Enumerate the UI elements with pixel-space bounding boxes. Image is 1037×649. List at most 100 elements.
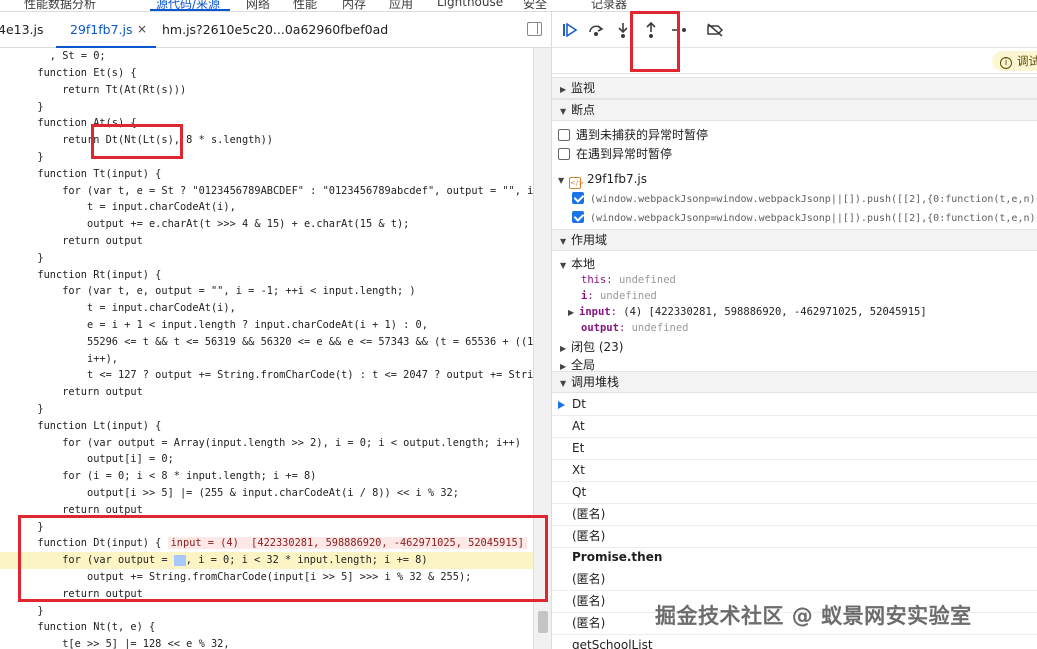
section-scope[interactable]: ▼ 作用域 [552,229,1037,251]
scope-var-this: this: undefined [581,274,676,286]
section-breakpoints[interactable]: ▼ 断点 [552,99,1037,121]
code-line: function Lt(input) { [25,420,162,432]
code-line: function Tt(input) { [25,168,162,180]
code-line: function Dt(input) { input = (4) [422330… [0,535,533,552]
collapse-icon: ▼ [560,107,567,116]
checkbox[interactable] [558,148,570,160]
scope-local[interactable]: ▼ 本地 [560,255,1037,272]
tab-security[interactable]: 安全 [523,0,547,11]
inline-value-input: input = (4) [422330281, 598886920, -4629… [167,537,527,549]
expand-icon: ▶ [560,344,567,353]
section-call-stack[interactable]: ▼ 调用堆栈 [552,371,1037,393]
resume-icon[interactable] [560,20,580,40]
pause-uncaught-option[interactable]: 遇到未捕获的异常时暂停 [558,126,1037,143]
async-boundary-label: Promise.then [572,550,663,564]
code-editor[interactable]: , St = 0; function Et(s) { return Tt(At(… [0,48,533,649]
code-line: output += String.fromCharCode(input[i >>… [25,571,472,583]
expand-icon: ▶ [560,362,567,371]
scrollbar-thumb[interactable] [538,611,548,633]
deactivate-breakpoints-icon[interactable] [705,20,725,40]
debugger-toolbar [552,12,1037,48]
scope-var-output: output: undefined [581,322,689,334]
file-tab-bar: 4e13.js 29f1fb7.js × hm.js?2610e5c20...0… [0,13,551,48]
checkbox[interactable] [558,129,570,141]
code-line: for (var t, e, output = "", i = -1; ++i … [25,285,416,297]
info-icon: i [1000,57,1012,69]
code-line-paused: for (var output = , i = 0; i < 32 * inpu… [0,552,533,569]
breakpoint-entry[interactable]: (window.webpackJsonp=window.webpackJsonp… [572,191,1037,205]
code-line: i++), [25,353,118,365]
step-icon[interactable] [669,20,689,40]
call-frame[interactable]: (匿名) [552,526,1037,548]
step-out-icon[interactable] [641,20,661,40]
tab-memory[interactable]: 内存 [342,0,366,11]
checkbox-checked[interactable] [572,211,584,223]
call-frame[interactable]: Qt [552,482,1037,504]
call-frame[interactable]: At [552,416,1037,438]
code-line: return Dt(Nt(Lt(s), 8 * s.length)) [25,134,273,146]
code-line: e = i + 1 < input.length ? input.charCod… [25,319,428,331]
breakpoint-file[interactable]: ▼ </> 29f1fb7.js [558,172,1037,189]
active-tab-indicator [150,9,230,11]
code-line: 55296 <= t && t <= 56319 && 56320 <= e &… [25,336,533,348]
section-watch[interactable]: ▶ 监视 [552,77,1037,99]
scope-var-i: i: undefined [581,290,657,302]
call-frame[interactable]: Et [552,438,1037,460]
file-tab-4e13[interactable]: 4e13.js [0,22,44,37]
scope-var-input[interactable]: ▶ input: (4) [422330281, 598886920, -4629… [568,304,1037,318]
close-icon[interactable]: × [137,22,147,36]
code-line: } [25,605,44,617]
code-line: , St = 0; [25,50,106,62]
code-line: return Tt(At(Rt(s))) [25,84,187,96]
collapse-icon: ▼ [560,237,567,246]
code-line: return output [25,504,143,516]
code-line: } [25,151,44,163]
file-tab-29f1fb7[interactable]: 29f1fb7.js [70,22,133,37]
code-line: return output [25,588,143,600]
code-line: function Rt(input) { [25,269,162,281]
code-line: output[i] = 0; [25,453,174,465]
code-line: for (var t, e = St ? "0123456789ABCDEF" … [25,185,533,197]
paused-notice-bar: i 调试 [552,48,1037,74]
editor-scrollbar[interactable] [533,48,551,649]
code-line: t <= 127 ? output += String.fromCharCode… [25,369,533,381]
tab-performance-insights[interactable]: 性能数据分析 [24,0,96,11]
scope-closure[interactable]: ▶ 闭包 (23) [560,338,1037,355]
tab-recorder[interactable]: 记录器 [591,0,627,11]
tab-lighthouse[interactable]: Lighthouse [437,0,503,9]
call-frame[interactable]: getSchoolList [552,635,1037,649]
call-frame[interactable]: (匿名) [552,569,1037,591]
code-line: function At(s) { [25,117,137,129]
code-line: output += e.charAt(t >>> 4 & 15) + e.cha… [25,218,410,230]
code-line: for (i = 0; i < 8 * input.length; i += 8… [25,470,317,482]
call-frame[interactable]: (匿名) [552,504,1037,526]
current-frame-arrow-icon [558,401,565,409]
toggle-sidebar-icon[interactable] [527,22,542,36]
tab-application[interactable]: 应用 [389,0,413,11]
call-frame[interactable]: Xt [552,460,1037,482]
collapse-icon: ▼ [560,261,567,270]
file-tab-hm[interactable]: hm.js?2610e5c20...0a62960fbef0ad [162,22,388,37]
watermark: 掘金技术社区 @ 蚁景网安实验室 [655,604,972,628]
collapse-icon: ▼ [558,176,565,185]
code-line: t = input.charCodeAt(i), [25,201,236,213]
collapse-icon: ▼ [560,379,567,388]
code-line: } [25,403,44,415]
step-into-icon[interactable] [613,20,633,40]
pause-caught-option[interactable]: 在遇到异常时暂停 [558,145,1037,162]
code-line: output[i >> 5] |= (255 & input.charCodeA… [25,487,459,499]
call-frame-current[interactable]: Dt [552,394,1037,416]
code-line: function Nt(t, e) { [25,621,156,633]
checkbox-checked[interactable] [572,192,584,204]
expand-icon: ▶ [560,85,567,94]
selection-highlight [173,554,186,566]
js-file-icon: </> [569,177,585,189]
tab-network[interactable]: 网络 [246,0,270,11]
tab-performance[interactable]: 性能 [293,0,317,11]
code-line: } [25,101,44,113]
breakpoint-entry[interactable]: (window.webpackJsonp=window.webpackJsonp… [572,210,1037,224]
devtools-panel-tabs: 性能数据分析 源代码/来源 网络 性能 内存 应用 Lighthouse 安全 … [0,0,1037,12]
code-line: function Et(s) { [25,67,137,79]
step-over-icon[interactable] [586,20,606,40]
code-line: t = input.charCodeAt(i), [25,302,236,314]
